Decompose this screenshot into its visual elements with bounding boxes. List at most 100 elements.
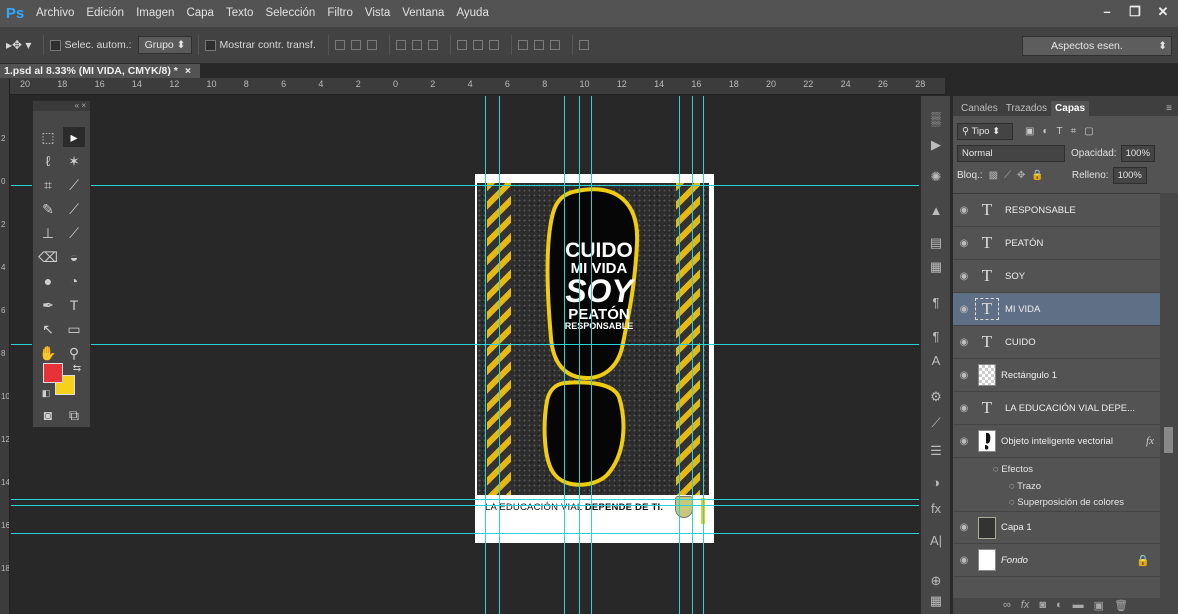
visibility-eye-icon[interactable]: ◉ xyxy=(953,555,975,566)
tool-presets-icon[interactable]: ⚙ xyxy=(927,388,945,406)
new-layer-icon[interactable]: ▣ xyxy=(1094,599,1104,614)
move-tool-icon[interactable]: ▸ xyxy=(63,127,85,147)
blur-tool-icon[interactable]: ● xyxy=(37,271,59,291)
tab-canales[interactable]: Canales xyxy=(957,101,1002,116)
layer-row[interactable]: ◉ Fondo 🔒 xyxy=(953,544,1160,577)
restore-button[interactable]: ❐ xyxy=(1122,2,1148,22)
crop-tool-icon[interactable]: ⌗ xyxy=(37,175,59,195)
visibility-eye-icon[interactable]: ◉ xyxy=(953,304,975,315)
layer-row[interactable]: ◉ T CUIDO xyxy=(953,326,1160,359)
paragraph-styles-icon[interactable]: ¶ xyxy=(927,328,945,346)
guide-horizontal[interactable] xyxy=(11,344,919,345)
guide-vertical[interactable] xyxy=(692,96,693,614)
fill-input[interactable]: 100% xyxy=(1112,166,1147,184)
guide-horizontal[interactable] xyxy=(11,505,919,506)
layer-row[interactable]: ◉ Capa 1 xyxy=(953,511,1160,544)
auto-align-layers-icon[interactable] xyxy=(578,40,589,50)
filter-kind-icons[interactable]: ▣◐T⌗▢ xyxy=(1025,126,1102,137)
default-colors-icon[interactable]: ◧ xyxy=(35,383,57,403)
align-bottom-icon[interactable] xyxy=(366,40,377,50)
layer-row[interactable]: ◉ Objeto inteligente vectorial fx xyxy=(953,425,1160,458)
distribute-right-icon[interactable] xyxy=(549,40,560,50)
delete-layer-icon[interactable]: 🗑 xyxy=(1114,599,1128,614)
hand-tool-icon[interactable]: ✋ xyxy=(37,343,59,363)
menu-imagen[interactable]: Imagen xyxy=(130,0,180,27)
path-select-icon[interactable]: ↖ xyxy=(37,319,59,339)
layer-filter-dropdown[interactable]: ⚲ Tipo ⬍ xyxy=(957,122,1013,140)
dodge-tool-icon[interactable]: ◔ xyxy=(63,271,85,291)
auto-select-dropdown[interactable]: Grupo ⬍ xyxy=(137,36,193,54)
add-mask-icon[interactable]: ◙ xyxy=(1039,599,1046,614)
swap-colors-icon[interactable]: ⇆ xyxy=(66,359,88,379)
guide-horizontal[interactable] xyxy=(11,533,919,534)
styles-icon[interactable]: ◑ xyxy=(927,474,945,492)
visibility-eye-icon[interactable]: ◉ xyxy=(953,271,975,282)
guide-horizontal[interactable] xyxy=(11,185,919,186)
distribute-vcenter-icon[interactable] xyxy=(472,40,483,50)
effects-group[interactable]: ◌ Efectos xyxy=(993,464,1033,475)
guide-vertical[interactable] xyxy=(485,96,486,614)
layer-row[interactable]: ◉ T LA EDUCACIÓN VIAL DEPE... xyxy=(953,392,1160,425)
align-right-icon[interactable] xyxy=(427,40,438,50)
adjustments-icon[interactable]: ▲ xyxy=(927,202,945,220)
close-window-button[interactable]: ✕ xyxy=(1150,2,1176,22)
close-tab-icon[interactable]: × xyxy=(185,65,191,77)
clone-source-icon[interactable]: ☰ xyxy=(927,442,945,460)
visibility-eye-icon[interactable]: ◉ xyxy=(953,337,975,348)
effect-color-overlay[interactable]: ◌ Superposición de colores xyxy=(1009,497,1124,508)
pen-tool-icon[interactable]: ✒ xyxy=(37,295,59,315)
quick-mask-icon[interactable]: ◙ xyxy=(37,405,59,425)
brush-presets-icon[interactable]: ⟋ xyxy=(927,414,945,432)
add-style-icon[interactable]: fx xyxy=(1021,599,1030,614)
visibility-eye-icon[interactable]: ◉ xyxy=(953,403,975,414)
menu-texto[interactable]: Texto xyxy=(220,0,260,27)
align-vcenter-icon[interactable] xyxy=(350,40,361,50)
adjustment-layer-icon[interactable]: ◐ xyxy=(1056,599,1063,614)
show-transform-option[interactable]: Mostrar contr. transf. xyxy=(205,39,316,51)
eyedropper-icon[interactable]: ⟋ xyxy=(63,175,85,195)
notes-icon[interactable]: ▦ xyxy=(927,258,945,276)
align-hcenter-icon[interactable] xyxy=(411,40,422,50)
guide-horizontal[interactable] xyxy=(11,499,919,500)
workspace-dropdown[interactable]: Aspectos esen. ⬍ xyxy=(1022,36,1172,56)
guide-vertical[interactable] xyxy=(564,96,565,614)
paragraph-icon[interactable]: ¶ xyxy=(927,294,945,312)
minimize-button[interactable]: – xyxy=(1094,2,1120,22)
opacity-input[interactable]: 100% xyxy=(1120,144,1155,162)
visibility-eye-icon[interactable]: ◉ xyxy=(953,205,975,216)
tools-panel-header[interactable]: « × xyxy=(33,101,90,111)
effect-stroke[interactable]: ◌ Trazo xyxy=(1009,481,1041,492)
lock-icons[interactable]: ▩⟋✥🔒 xyxy=(989,170,1050,181)
guide-vertical[interactable] xyxy=(591,96,592,614)
eraser-icon[interactable]: ⌫ xyxy=(37,247,59,267)
paint-bucket-icon[interactable]: ◒ xyxy=(63,247,85,267)
visibility-eye-icon[interactable]: ◉ xyxy=(953,238,975,249)
layer-row[interactable]: ◉ T PEATÓN xyxy=(953,227,1160,260)
character-icon[interactable]: A| xyxy=(927,532,945,550)
lasso-tool-icon[interactable]: ℓ xyxy=(37,151,59,171)
blend-mode-dropdown[interactable]: Normal xyxy=(957,144,1065,162)
show-transform-checkbox[interactable] xyxy=(205,39,217,51)
screen-mode-icon[interactable]: ⧉ xyxy=(63,405,85,425)
type-tool-icon[interactable]: T xyxy=(63,295,85,315)
distribute-bottom-icon[interactable] xyxy=(488,40,499,50)
menu-ayuda[interactable]: Ayuda xyxy=(450,0,494,27)
tab-trazados[interactable]: Trazados xyxy=(1002,101,1051,116)
auto-select-checkbox[interactable] xyxy=(50,39,62,51)
rectangle-tool-icon[interactable]: ▭ xyxy=(63,319,85,339)
layer-row[interactable]: ◉ Rectángulo 1 xyxy=(953,359,1160,392)
character-styles-icon[interactable]: A xyxy=(927,352,945,370)
auto-select-option[interactable]: Selec. autom.: xyxy=(50,39,132,51)
menu-capa[interactable]: Capa xyxy=(180,0,220,27)
canvas-area[interactable]: CUIDO MI VIDA SOY PEATÓN RESPONSABLE LA … xyxy=(11,96,919,614)
visibility-eye-icon[interactable]: ◉ xyxy=(953,436,975,447)
actions-play-icon[interactable]: ▶ xyxy=(927,136,945,154)
fx-badge[interactable]: fx xyxy=(1146,435,1154,447)
clone-stamp-icon[interactable]: ⊥ xyxy=(37,223,59,243)
panel-menu-icon[interactable]: ≡ xyxy=(1166,101,1172,116)
ruler-left[interactable]: 2 0 2 4 6 8 10 12 14 16 18 xyxy=(0,78,10,614)
distribute-hcenter-icon[interactable] xyxy=(533,40,544,50)
visibility-eye-icon[interactable]: ◉ xyxy=(953,370,975,381)
history-brush-icon[interactable]: ⟋ xyxy=(63,223,85,243)
document-tab[interactable]: 1.psd al 8.33% (MI VIDA, CMYK/8) * × xyxy=(0,64,200,78)
